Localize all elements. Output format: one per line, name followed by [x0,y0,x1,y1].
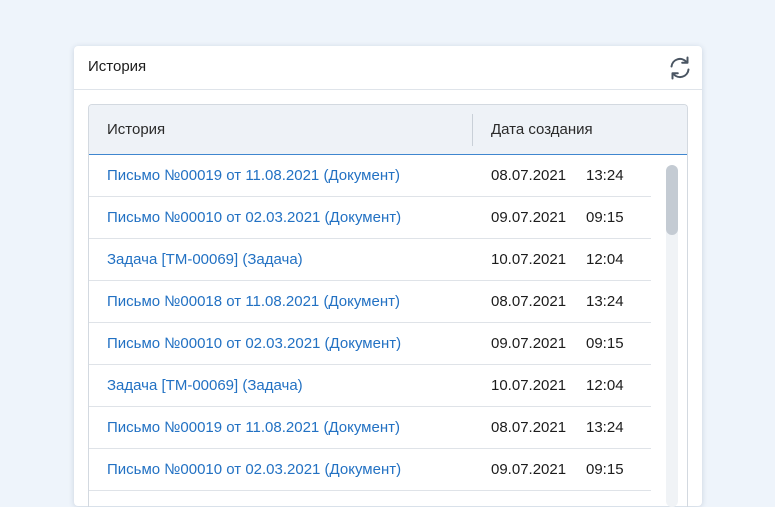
vertical-scrollbar[interactable] [666,165,678,507]
created-date: 09.07.2021 [491,335,567,352]
created-date: 08.07.2021 [491,419,567,436]
history-link[interactable]: Письмо №00010 от 02.03.2021 (Документ) [107,335,401,352]
panel-header: История [74,46,702,90]
history-link[interactable]: Задача [ТМ-00069] (Задача) [107,251,303,268]
table-row: Письмо №00010 от 02.03.2021 (Документ) 0… [89,323,651,365]
history-link[interactable]: Письмо №00019 от 11.08.2021 (Документ) [107,167,400,184]
column-header-date[interactable]: Дата создания [491,121,593,138]
created-date: 09.07.2021 [491,461,567,478]
panel-title: История [88,58,147,75]
column-header-history[interactable]: История [107,121,165,138]
table-row: Письмо №00019 от 11.08.2021 (Документ) 0… [89,407,651,449]
history-link[interactable]: Задача [ТМ-00069] (Задача) [107,377,303,394]
history-link[interactable]: Письмо №00010 от 02.03.2021 (Документ) [107,461,401,478]
created-time: 12:04 [586,251,624,268]
scrollbar-thumb[interactable] [666,165,678,235]
created-time: 13:24 [586,167,624,184]
column-resize-handle[interactable] [472,114,473,146]
refresh-button[interactable] [666,54,694,82]
table-row: Письмо №00019 от 11.08.2021 (Документ) 0… [89,155,651,197]
history-table: История Дата создания Письмо №00019 от 1… [88,104,688,507]
created-date: 08.07.2021 [491,167,567,184]
table-row: Письмо №00010 от 02.03.2021 (Документ) 0… [89,449,651,491]
created-time: 09:15 [586,209,624,226]
created-time: 13:24 [586,293,624,310]
created-time: 09:15 [586,335,624,352]
created-time: 09:15 [586,461,624,478]
table-row: Задача [ТМ-00069] (Задача) 10.07.2021 12… [89,239,651,281]
history-link[interactable]: Письмо №00010 от 02.03.2021 (Документ) [107,209,401,226]
created-date: 08.07.2021 [491,293,567,310]
history-link[interactable]: Письмо №00018 от 11.08.2021 (Документ) [107,293,400,310]
created-date: 09.07.2021 [491,209,567,226]
history-link[interactable]: Письмо №00019 от 11.08.2021 (Документ) [107,419,400,436]
table-row: Письмо №00018 от 11.08.2021 (Документ) 0… [89,281,651,323]
table-row: Задача [ТМ-00069] (Задача) 10.07.2021 12… [89,365,651,407]
refresh-icon [670,56,690,80]
history-panel: История История Дата создания Письмо №00… [74,46,702,507]
created-time: 13:24 [586,419,624,436]
table-header: История Дата создания [89,105,687,155]
created-date: 10.07.2021 [491,377,567,394]
created-date: 10.07.2021 [491,251,567,268]
created-time: 12:04 [586,377,624,394]
table-body: Письмо №00019 от 11.08.2021 (Документ) 0… [89,155,651,491]
table-row: Письмо №00010 от 02.03.2021 (Документ) 0… [89,197,651,239]
